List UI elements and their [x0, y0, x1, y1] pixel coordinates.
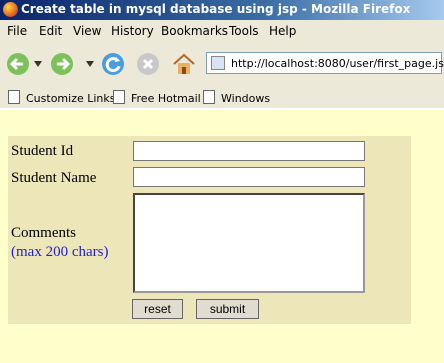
comments-label: Comments — [11, 225, 77, 241]
firefox-logo-icon — [3, 2, 18, 17]
bookmarks-toolbar: Customize Links Free Hotmail Windows — [0, 86, 444, 109]
forward-arrow-icon[interactable] — [48, 50, 76, 78]
menu-edit[interactable]: Edit — [39, 24, 62, 38]
bookmark-customize-links[interactable]: Customize Links — [8, 90, 116, 105]
stop-icon[interactable] — [134, 50, 162, 78]
bookmark-label: Customize Links — [26, 92, 116, 105]
menu-bar: File Edit View History Bookmarks Tools H… — [0, 20, 444, 42]
bookmark-page-icon — [203, 90, 215, 104]
reload-icon[interactable] — [99, 50, 127, 78]
student-name-label: Student Name — [11, 170, 97, 186]
menu-tools[interactable]: Tools — [229, 24, 259, 38]
bookmark-free-hotmail[interactable]: Free Hotmail — [113, 90, 201, 105]
home-icon[interactable] — [170, 50, 198, 78]
comments-hint: (max 200 chars) — [11, 244, 109, 260]
page-icon — [211, 56, 225, 70]
window-title: Create table in mysql database using jsp… — [21, 2, 411, 16]
forward-dropdown-icon[interactable] — [86, 61, 94, 67]
comments-textarea[interactable] — [133, 193, 365, 293]
bookmark-label: Windows — [221, 92, 271, 105]
bookmark-label: Free Hotmail — [131, 92, 201, 105]
bookmark-page-icon — [8, 90, 20, 104]
menu-bookmarks[interactable]: Bookmarks — [161, 24, 228, 38]
menu-help[interactable]: Help — [269, 24, 296, 38]
menu-file[interactable]: File — [7, 24, 27, 38]
window-titlebar: Create table in mysql database using jsp… — [0, 0, 444, 20]
bookmark-windows[interactable]: Windows — [203, 90, 270, 105]
back-dropdown-icon[interactable] — [34, 61, 42, 67]
menu-history[interactable]: History — [111, 24, 154, 38]
toolbar-divider — [0, 108, 444, 110]
address-bar[interactable]: http://localhost:8080/user/first_page.js… — [206, 52, 444, 74]
submit-button[interactable]: submit — [196, 299, 259, 319]
student-name-input[interactable] — [133, 167, 365, 187]
address-bar-url: http://localhost:8080/user/first_page.js… — [231, 57, 444, 70]
bookmark-page-icon — [113, 90, 125, 104]
student-form: Student Id Student Name Comments (max 20… — [8, 136, 411, 324]
student-id-input[interactable] — [133, 141, 365, 161]
student-id-label: Student Id — [11, 143, 74, 159]
reset-button[interactable]: reset — [132, 299, 183, 319]
back-arrow-icon[interactable] — [4, 50, 32, 78]
menu-view[interactable]: View — [73, 24, 101, 38]
